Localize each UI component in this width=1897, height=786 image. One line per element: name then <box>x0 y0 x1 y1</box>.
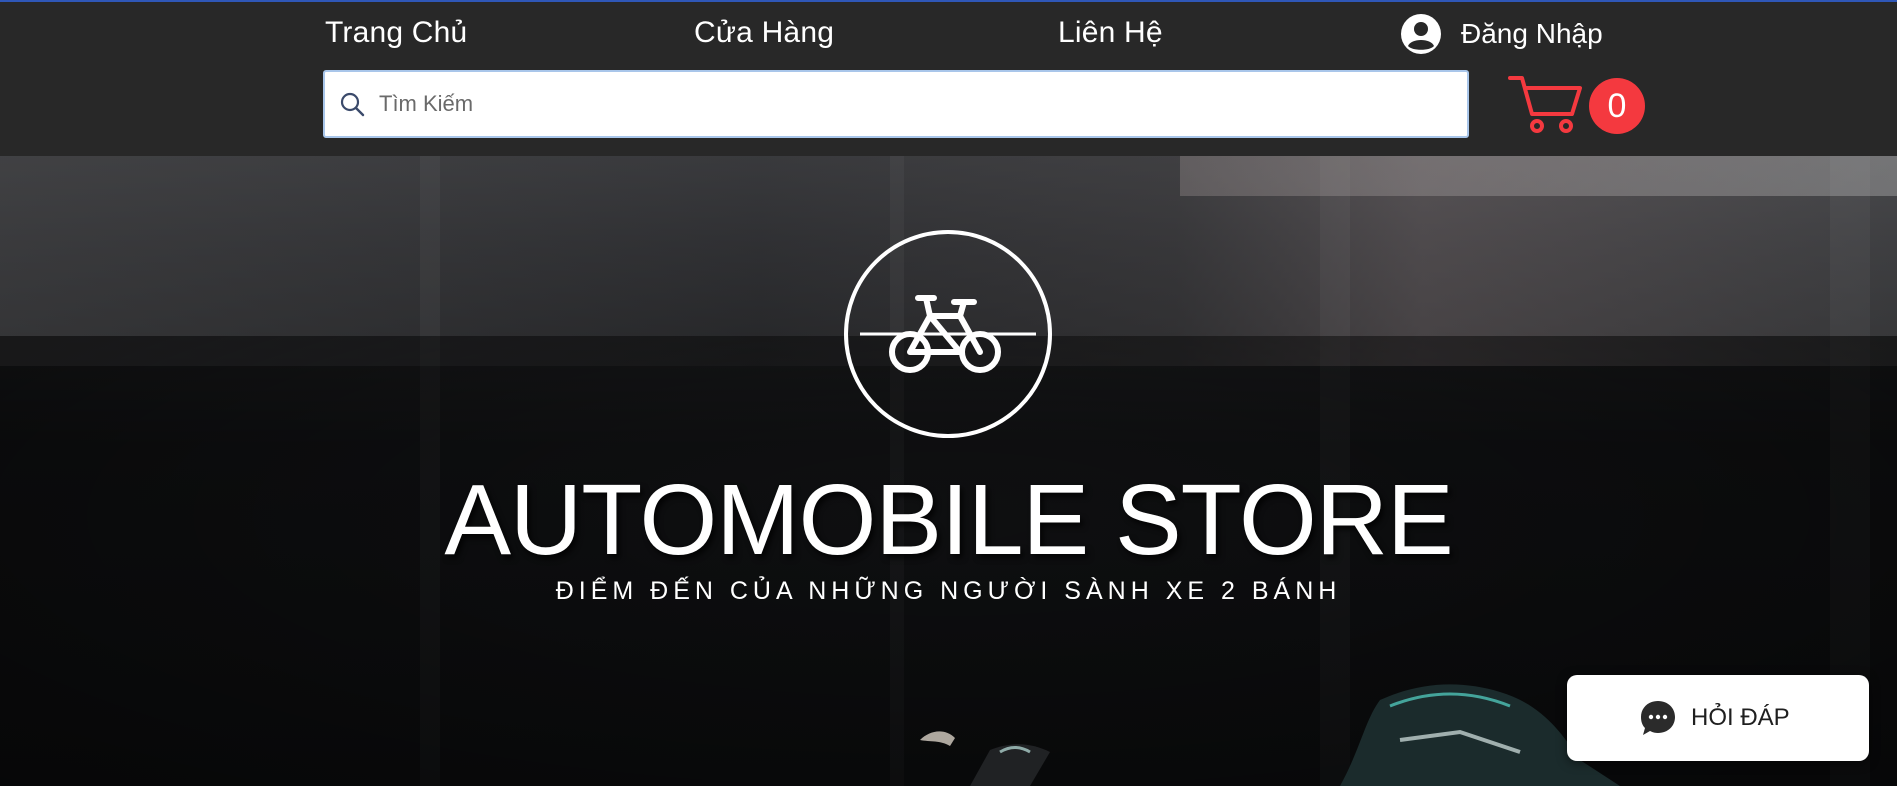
site-header: Trang Chủ Cửa Hàng Liên Hệ Đăng Nhập 0 <box>0 2 1897 156</box>
user-icon <box>1401 14 1441 54</box>
chat-bubble-icon <box>1641 701 1675 735</box>
login-label: Đăng Nhập <box>1461 18 1603 49</box>
chat-faq-label: HỎI ĐÁP <box>1691 704 1790 731</box>
hero-title: AUTOMOBILE STORE <box>444 464 1453 576</box>
motorbike-image <box>920 684 1620 786</box>
cart-count-badge[interactable]: 0 <box>1589 78 1645 134</box>
login-button[interactable]: Đăng Nhập <box>1401 12 1603 56</box>
nav-link-contact[interactable]: Liên Hệ <box>1058 16 1163 50</box>
nav-link-shop[interactable]: Cửa Hàng <box>694 16 834 50</box>
search-bar[interactable] <box>323 70 1469 138</box>
search-input[interactable] <box>379 91 1439 117</box>
hero-subtitle: ĐIỂM ĐẾN CỦA NHỮNG NGƯỜI SÀNH XE 2 BÁNH <box>555 577 1342 605</box>
cart-icon[interactable] <box>1508 74 1582 134</box>
nav-link-home[interactable]: Trang Chủ <box>325 16 467 50</box>
bicycle-logo-icon <box>844 230 1052 438</box>
search-icon <box>340 92 365 117</box>
hero-background-beam <box>1180 156 1897 196</box>
chat-faq-button[interactable]: HỎI ĐÁP <box>1567 675 1869 761</box>
